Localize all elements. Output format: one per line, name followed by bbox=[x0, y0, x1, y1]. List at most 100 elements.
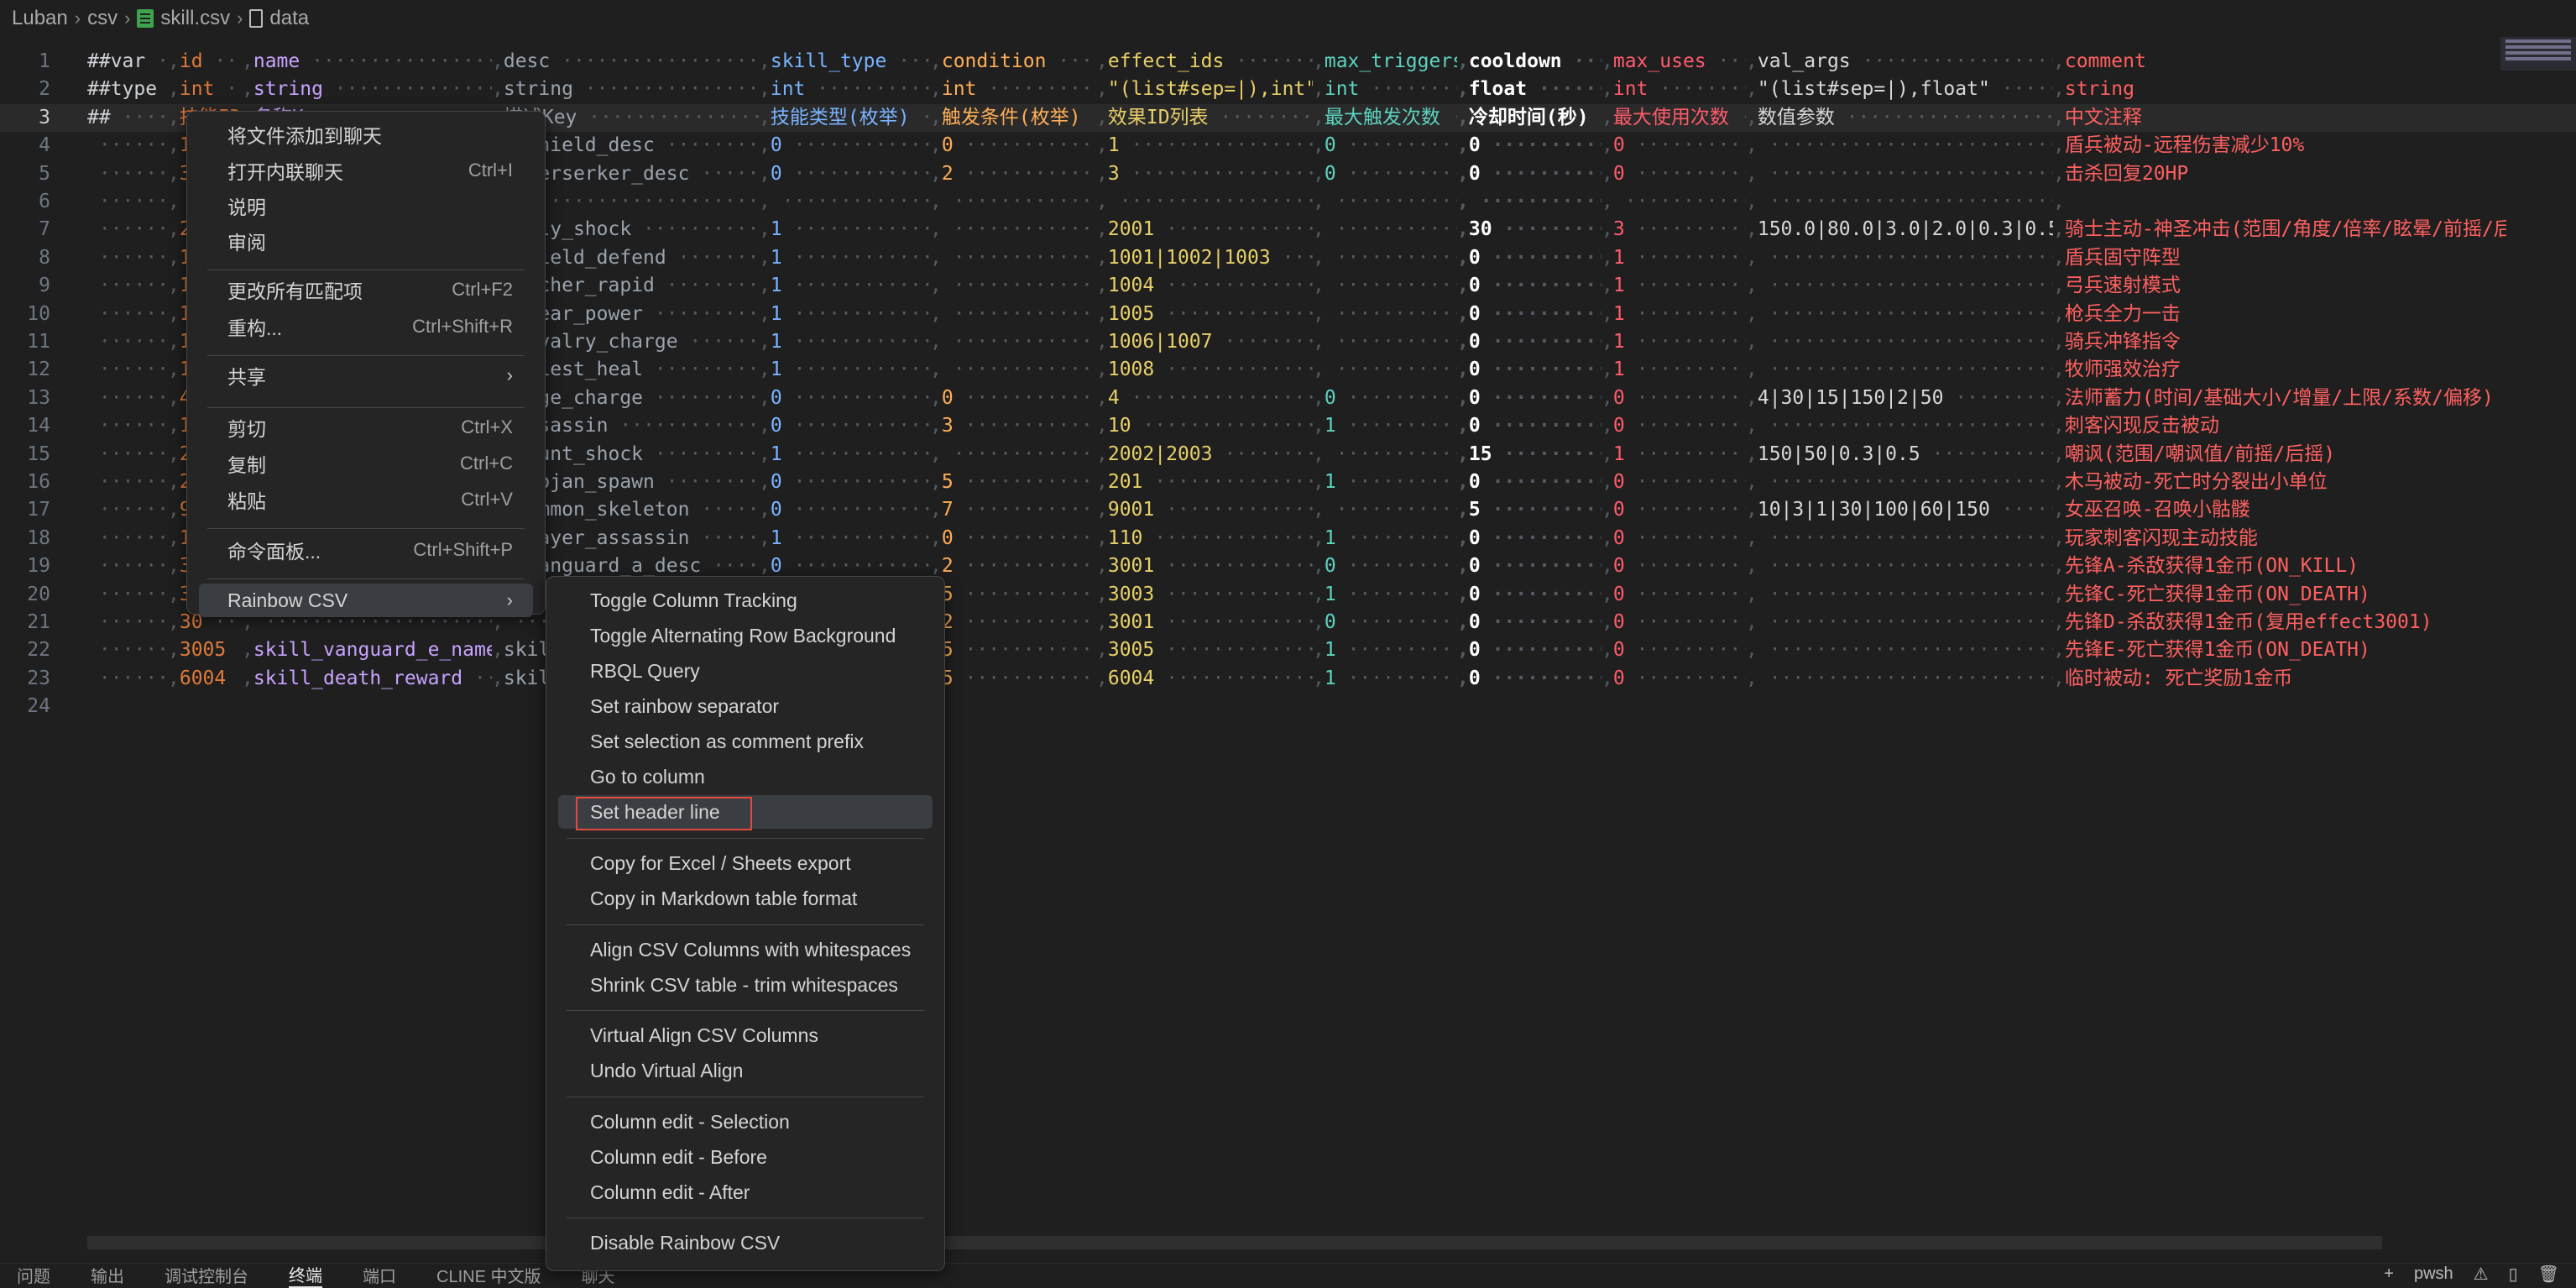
breadcrumb-item-luban[interactable]: Luban bbox=[12, 7, 68, 30]
submenu-item[interactable]: Shrink CSV table - trim whitespaces bbox=[558, 968, 933, 1002]
breadcrumb: Luban › csv › skill.csv › data bbox=[0, 0, 2576, 37]
context-menu-item[interactable]: 命令面板... Ctrl+Shift+P bbox=[199, 533, 533, 567]
menu-item-label: Toggle Column Tracking bbox=[590, 589, 797, 611]
csv-cell: ,1 ·····································… bbox=[1602, 275, 1746, 297]
csv-cell-text: 1 bbox=[1612, 302, 1625, 325]
menu-item-shortcut: Ctrl+F2 bbox=[452, 279, 513, 300]
csv-cell: ,骑兵冲锋指令 bbox=[2053, 331, 2181, 353]
submenu-item[interactable]: Set rainbow separator bbox=[558, 689, 933, 723]
csv-cell-text: 0 bbox=[1612, 134, 1625, 157]
csv-cell-text: 骑兵冲锋指令 bbox=[2064, 331, 2181, 353]
menu-item-label: Set rainbow separator bbox=[590, 694, 780, 717]
breadcrumb-item-csv[interactable]: csv bbox=[87, 7, 118, 30]
csv-cell-text: 0 bbox=[770, 415, 782, 437]
panel-tab[interactable]: 问题 bbox=[17, 1263, 50, 1287]
csv-cell: ········································ bbox=[98, 415, 168, 437]
code-line[interactable]: 1 ##var ·································… bbox=[0, 48, 2576, 76]
csv-cell: ,1 ·····································… bbox=[759, 275, 930, 297]
csv-cell-text: 法师蓄力(时间/基础大小/增量/上限/系数/偏移) bbox=[2064, 386, 2494, 409]
submenu-item[interactable]: Column edit - After bbox=[558, 1175, 933, 1209]
line-number: 20 bbox=[27, 583, 50, 605]
code-line[interactable]: 22 ·····································… bbox=[0, 636, 2576, 664]
horizontal-scrollbar[interactable] bbox=[87, 1236, 2382, 1249]
csv-cell: ,0 ·····································… bbox=[1457, 246, 1602, 269]
submenu-item[interactable]: Set header line bbox=[558, 795, 933, 829]
trash-icon[interactable]: 🗑 bbox=[2538, 1264, 2559, 1285]
breadcrumb-item-file[interactable]: skill.csv bbox=[137, 7, 230, 30]
context-menu-item[interactable]: 共享 › bbox=[199, 359, 533, 392]
csv-cell: , ······································… bbox=[1746, 134, 2053, 157]
context-menu-item[interactable]: 粘贴 Ctrl+V bbox=[199, 483, 533, 516]
code-line[interactable]: 23 ·····································… bbox=[0, 665, 2576, 693]
csv-cell: ,最大触发次数 ································… bbox=[1313, 106, 1457, 128]
csv-cell: ········································ bbox=[98, 526, 168, 549]
submenu-item[interactable]: Undo Virtual Align bbox=[558, 1054, 933, 1087]
add-terminal-icon[interactable]: + bbox=[2384, 1264, 2394, 1284]
submenu-item[interactable]: Column edit - Before bbox=[558, 1140, 933, 1174]
panel-tab[interactable]: 调试控制台 bbox=[165, 1263, 248, 1287]
csv-cell: ,0 ·····································… bbox=[1457, 555, 1602, 578]
csv-cell-text: 刺客闪现反击被动 bbox=[2064, 415, 2219, 437]
csv-cell: , ······································… bbox=[1313, 218, 1457, 241]
csv-cell-text: skill_death_reward bbox=[253, 667, 463, 689]
code-line[interactable]: 24 bbox=[0, 693, 2576, 720]
context-menu-item[interactable]: 说明 bbox=[199, 189, 533, 223]
warning-icon[interactable]: ⚠ bbox=[2474, 1264, 2489, 1285]
context-menu-item[interactable]: 更改所有匹配项 Ctrl+F2 bbox=[199, 273, 533, 306]
submenu-item[interactable]: Set selection as comment prefix bbox=[558, 725, 933, 758]
context-menu-item[interactable]: 复制 Ctrl+C bbox=[199, 447, 533, 480]
submenu-item[interactable]: Copy for Excel / Sheets export bbox=[558, 846, 933, 880]
submenu-item[interactable]: Copy in Markdown table format bbox=[558, 882, 933, 915]
line-number: 11 bbox=[27, 331, 50, 353]
menu-item-shortcut: Ctrl+Shift+R bbox=[412, 316, 513, 337]
submenu-item[interactable]: Toggle Column Tracking bbox=[558, 584, 933, 617]
menu-separator bbox=[207, 355, 525, 356]
minimap[interactable] bbox=[2500, 37, 2576, 71]
context-menu-item[interactable]: 审阅 bbox=[199, 224, 533, 258]
code-line[interactable]: 2 ##type ································… bbox=[0, 76, 2576, 103]
csv-cell: ,cooldown ······························… bbox=[1457, 50, 1602, 72]
terminal-label[interactable]: pwsh bbox=[2414, 1264, 2453, 1284]
context-menu-item[interactable]: 将文件添加到聊天 bbox=[199, 118, 533, 151]
submenu-item[interactable]: RBQL Query bbox=[558, 654, 933, 688]
submenu-item[interactable]: Go to column bbox=[558, 760, 933, 793]
csv-cell: ,0 ·····································… bbox=[1313, 555, 1457, 578]
csv-cell-text: int bbox=[1612, 78, 1649, 101]
panel-tab[interactable]: 输出 bbox=[91, 1263, 124, 1287]
csv-cell-text: skil bbox=[503, 639, 551, 662]
menu-item-label: Toggle Alternating Row Background bbox=[590, 624, 896, 647]
context-menu-item[interactable]: 打开内联聊天 Ctrl+I bbox=[199, 154, 533, 187]
panel-tab[interactable]: 端口 bbox=[363, 1263, 396, 1287]
csv-cell: ,skill_type ····························… bbox=[759, 50, 930, 72]
csv-cell: ,0 ·····································… bbox=[759, 386, 930, 409]
csv-cell-text: 201 bbox=[1107, 471, 1143, 493]
submenu-item[interactable]: Toggle Alternating Row Background bbox=[558, 619, 933, 652]
csv-cell: ,1001|1002|1003 ························… bbox=[1096, 246, 1313, 269]
csv-cell: , ······································… bbox=[1746, 162, 2053, 185]
breadcrumb-item-data[interactable]: data bbox=[249, 7, 309, 30]
csv-cell-text: condition bbox=[941, 50, 1047, 72]
csv-cell: ,0 ·····································… bbox=[1457, 275, 1602, 297]
submenu-item[interactable]: Virtual Align CSV Columns bbox=[558, 1018, 933, 1052]
csv-cell-text: comment bbox=[2064, 50, 2146, 72]
csv-cell-text: 1004 bbox=[1107, 275, 1155, 297]
submenu-item[interactable]: Align CSV Columns with whitespaces bbox=[558, 933, 933, 966]
panel-tab[interactable]: CLINE 中文版 bbox=[436, 1263, 541, 1287]
context-menu-item[interactable]: 重构... Ctrl+Shift+R bbox=[199, 310, 533, 343]
csv-cell-text: 0 bbox=[1468, 471, 1481, 493]
submenu-item[interactable]: Column edit - Selection bbox=[558, 1105, 933, 1139]
context-menu-item[interactable]: 剪切 Ctrl+X bbox=[199, 411, 533, 444]
csv-cell-text: 1 bbox=[770, 359, 782, 381]
csv-cell-text: 女巫召唤-召唤小骷髅 bbox=[2064, 499, 2250, 521]
csv-cell: , ······································… bbox=[1746, 331, 2053, 353]
submenu-item[interactable]: Disable Rainbow CSV bbox=[558, 1226, 933, 1259]
csv-cell: ,5 ·····································… bbox=[930, 471, 1096, 493]
split-icon[interactable]: ▯ bbox=[2509, 1264, 2518, 1285]
context-menu-item[interactable]: Rainbow CSV › bbox=[199, 584, 533, 617]
csv-cell: , ······································… bbox=[1746, 359, 2053, 381]
csv-cell-text: 3001 bbox=[1107, 555, 1155, 578]
csv-cell: , ······································… bbox=[1313, 302, 1457, 325]
panel-tab[interactable]: 终端 bbox=[289, 1262, 322, 1288]
csv-cell: ,2001 ··································… bbox=[1096, 218, 1313, 241]
csv-cell: ,先锋C-死亡获得1金币(ON_DEATH) bbox=[2053, 583, 2370, 605]
